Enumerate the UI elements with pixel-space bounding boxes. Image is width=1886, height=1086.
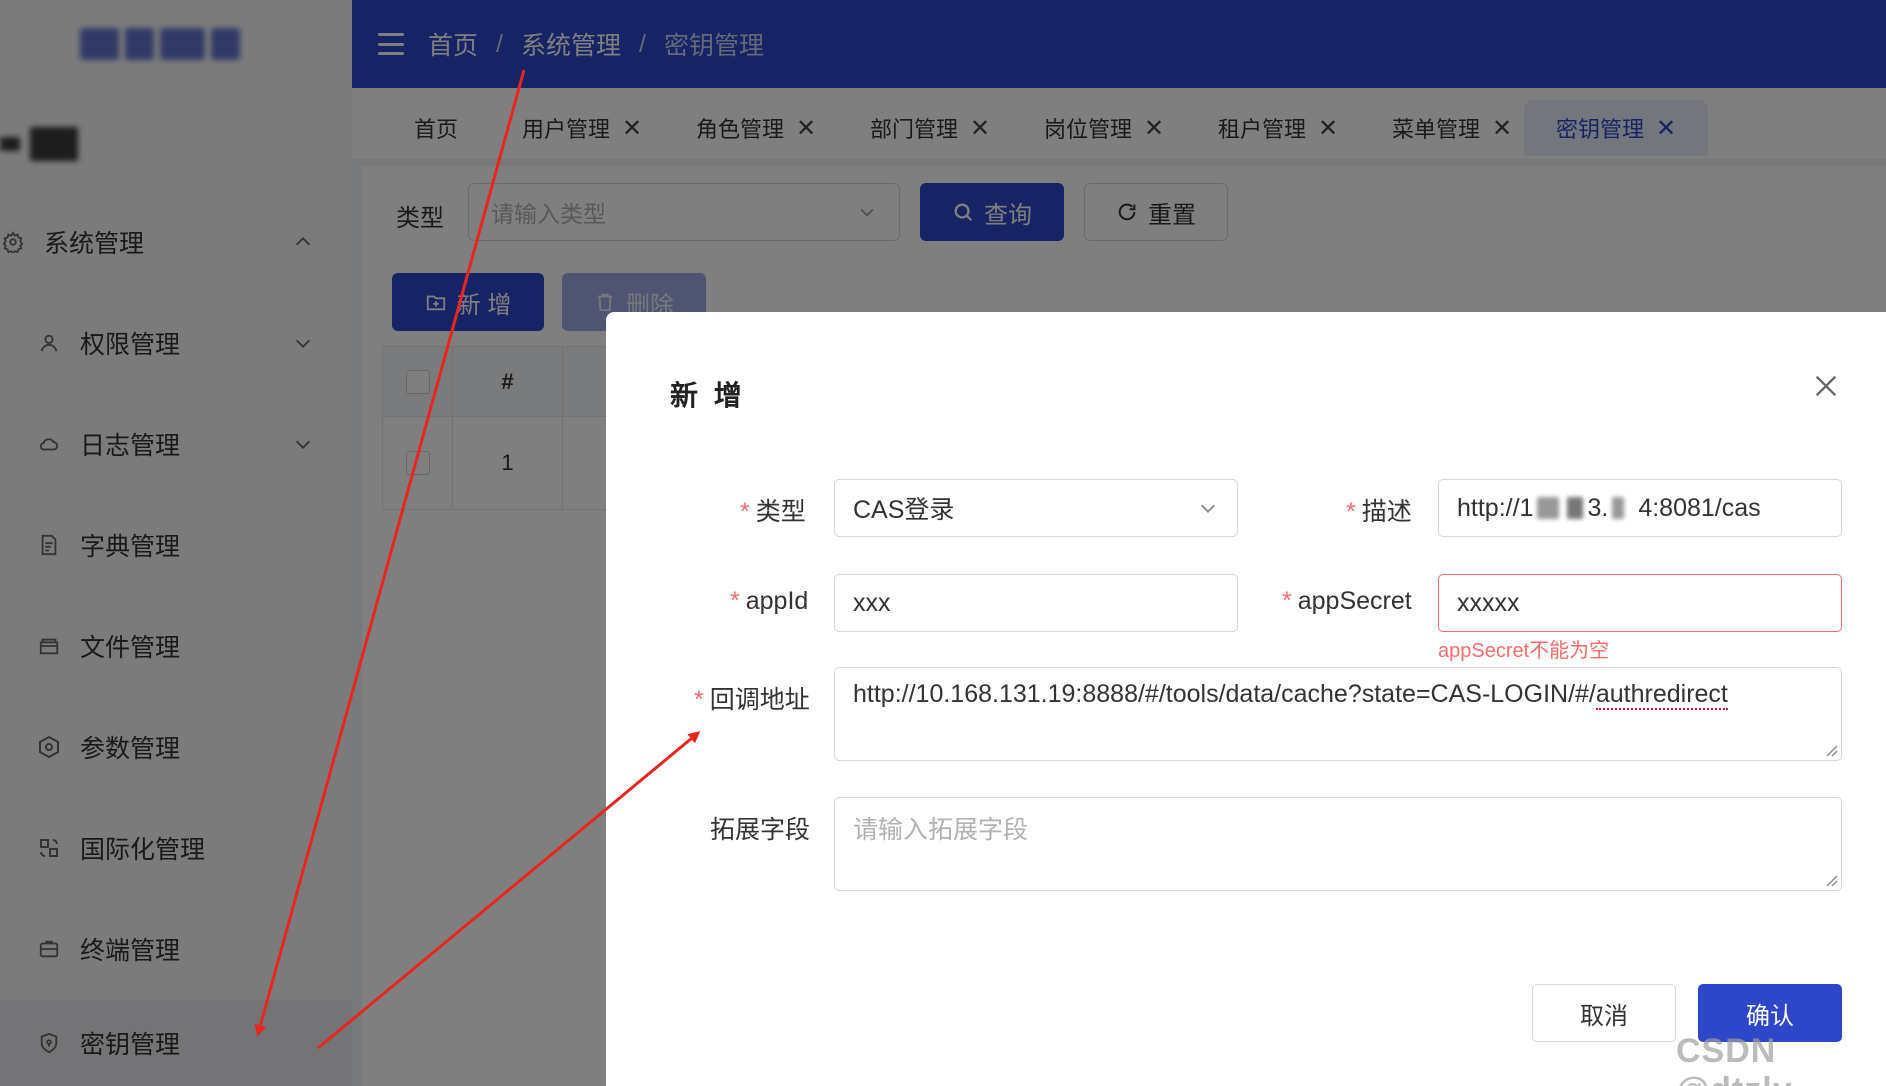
appsecret-error-message: appSecret不能为空 <box>1438 640 1610 662</box>
ext-textarea-placeholder: 请输入拓展字段 <box>853 816 1029 844</box>
cancel-button[interactable]: 取消 <box>1532 984 1676 1042</box>
type-field-label: * 类型 <box>740 498 806 526</box>
callback-textarea[interactable]: http://10.168.131.19:8888/#/tools/data/c… <box>834 667 1842 761</box>
required-mark: * <box>1282 587 1292 615</box>
chevron-down-icon <box>1200 504 1216 513</box>
dialog-title: 新 增 <box>670 380 746 411</box>
appid-input-value: xxx <box>853 588 891 617</box>
type-select[interactable]: CAS登录 <box>834 479 1238 537</box>
appid-field-label: * appId <box>730 587 809 615</box>
required-mark: * <box>694 686 704 714</box>
ext-textarea[interactable]: 请输入拓展字段 <box>834 797 1842 891</box>
desc-input[interactable]: http://1 3. 4:8081/cas <box>1438 479 1842 537</box>
callback-field-label: * 回调地址 <box>694 686 810 714</box>
appsecret-input-value: xxxxx <box>1457 588 1520 617</box>
resize-handle-icon[interactable] <box>1824 873 1838 887</box>
appsecret-field-label: * appSecret <box>1282 587 1412 615</box>
close-icon[interactable] <box>1812 372 1840 400</box>
desc-field-label: * 描述 <box>1346 498 1412 526</box>
required-mark: * <box>730 587 740 615</box>
ext-field-label: 拓展字段 <box>710 816 811 844</box>
type-select-value: CAS登录 <box>853 496 955 524</box>
appid-input[interactable]: xxx <box>834 574 1238 632</box>
add-key-dialog: 新 增 * 类型 CAS登录 * 描述 http://1 3. 4:8081/cas… <box>606 312 1886 1086</box>
resize-handle-icon[interactable] <box>1824 743 1838 757</box>
required-mark: * <box>1346 498 1356 526</box>
watermark: CSDN @dtzly <box>1676 1032 1792 1086</box>
required-mark: * <box>740 498 750 526</box>
appsecret-input[interactable]: xxxxx <box>1438 574 1842 632</box>
